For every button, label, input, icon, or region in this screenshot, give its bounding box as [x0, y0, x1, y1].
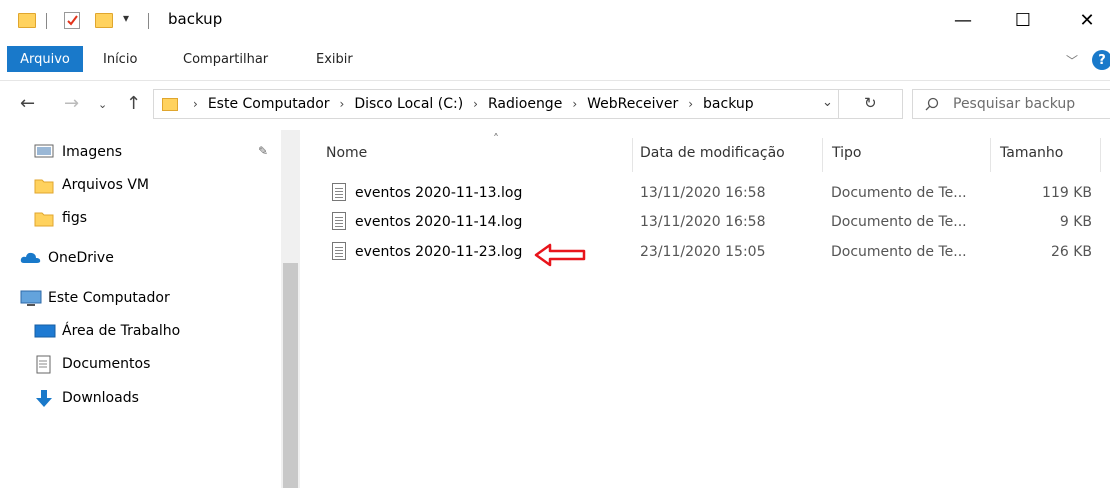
breadcrumb-este-computador[interactable]: Este Computador — [205, 96, 333, 112]
tab-inicio[interactable]: Início — [103, 52, 137, 67]
column-divider[interactable] — [1100, 138, 1101, 172]
file-row[interactable]: eventos 2020-11-14.log 13/11/2020 16:58 … — [318, 208, 1110, 238]
column-divider[interactable] — [632, 138, 633, 172]
column-header-tipo[interactable]: Tipo — [832, 145, 861, 161]
tab-arquivo[interactable]: Arquivo — [7, 46, 83, 72]
nav-item-label: Área de Trabalho — [62, 323, 181, 339]
maximize-button[interactable]: ☐ — [1000, 0, 1046, 40]
nav-item-label: Downloads — [62, 390, 139, 406]
quick-access-dropdown-icon[interactable]: ▾ — [123, 11, 129, 25]
breadcrumb-backup[interactable]: backup — [700, 96, 757, 112]
new-folder-icon[interactable] — [95, 13, 113, 28]
close-button[interactable]: ✕ — [1064, 0, 1110, 40]
nav-item-onedrive[interactable]: OneDrive — [20, 242, 114, 274]
sort-ascending-icon: ˄ — [493, 132, 499, 146]
search-box[interactable]: Pesquisar backup — [912, 89, 1110, 119]
breadcrumb-chevron[interactable]: › — [333, 97, 352, 111]
file-name: eventos 2020-11-13.log — [355, 185, 523, 201]
breadcrumb-webreceiver[interactable]: WebReceiver — [584, 96, 681, 112]
folder-icon — [162, 97, 178, 111]
breadcrumb-chevron[interactable]: › — [681, 97, 700, 111]
ribbon: Arquivo Início Compartilhar Exibir ﹀ ? — [0, 40, 1110, 81]
file-row[interactable]: eventos 2020-11-13.log 13/11/2020 16:58 … — [318, 179, 1110, 209]
tab-exibir[interactable]: Exibir — [316, 52, 353, 67]
file-date: 13/11/2020 16:58 — [640, 185, 766, 201]
nav-item-downloads[interactable]: Downloads — [34, 382, 139, 414]
help-icon[interactable]: ? — [1092, 50, 1110, 70]
column-header-nome[interactable]: Nome — [326, 145, 367, 161]
desktop-icon — [34, 322, 56, 340]
text-file-icon — [332, 242, 346, 260]
forward-button[interactable]: → — [64, 93, 79, 114]
breadcrumb-radioenge[interactable]: Radioenge — [485, 96, 565, 112]
nav-item-label: OneDrive — [48, 250, 114, 266]
breadcrumb-chevron[interactable]: › — [186, 97, 205, 111]
recent-locations-icon[interactable]: ⌄ — [98, 98, 107, 111]
back-button[interactable]: ← — [20, 93, 35, 114]
file-size: 9 KB — [1059, 214, 1092, 230]
folder-icon — [34, 176, 54, 194]
nav-item-imagens[interactable]: Imagens — [34, 136, 122, 168]
cloud-icon — [20, 249, 41, 267]
address-bar[interactable]: › Este Computador › Disco Local (C:) › R… — [153, 89, 903, 119]
nav-item-label: figs — [62, 210, 87, 226]
nav-item-label: Arquivos VM — [62, 177, 149, 193]
nav-item-este-computador[interactable]: Este Computador — [20, 282, 170, 314]
file-name: eventos 2020-11-23.log — [355, 244, 523, 260]
file-date: 13/11/2020 16:58 — [640, 214, 766, 230]
file-type: Documento de Te... — [831, 185, 967, 201]
nav-item-label: Documentos — [62, 356, 151, 372]
nav-scrollbar-thumb[interactable] — [283, 263, 298, 488]
download-icon — [34, 389, 54, 407]
pin-icon[interactable]: ✎ — [258, 144, 268, 158]
breadcrumb-disco-local[interactable]: Disco Local (C:) — [351, 96, 466, 112]
breadcrumb-chevron[interactable]: › — [466, 97, 485, 111]
window-title: backup — [168, 10, 223, 28]
nav-item-label: Este Computador — [48, 290, 170, 306]
nav-item-area-de-trabalho[interactable]: Área de Trabalho — [34, 315, 180, 347]
file-type: Documento de Te... — [831, 244, 967, 260]
column-divider[interactable] — [990, 138, 991, 172]
file-date: 23/11/2020 15:05 — [640, 244, 766, 260]
navigation-bar: ← → ⌄ ↑ › Este Computador › Disco Local … — [0, 81, 1110, 129]
file-size: 26 KB — [1050, 244, 1092, 260]
breadcrumb-chevron[interactable]: › — [565, 97, 584, 111]
annotation-arrow-icon — [534, 243, 586, 267]
nav-item-arquivos-vm[interactable]: Arquivos VM — [34, 169, 149, 201]
file-type: Documento de Te... — [831, 214, 967, 230]
column-divider[interactable] — [822, 138, 823, 172]
search-placeholder: Pesquisar backup — [953, 96, 1076, 112]
tab-compartilhar[interactable]: Compartilhar — [183, 52, 268, 67]
file-row[interactable]: eventos 2020-11-23.log 23/11/2020 15:05 … — [318, 238, 1110, 268]
text-file-icon — [332, 183, 346, 201]
pictures-icon — [34, 143, 54, 161]
search-icon — [925, 97, 939, 111]
folder-icon — [34, 209, 54, 227]
separator — [46, 13, 47, 29]
separator — [838, 90, 839, 118]
nav-item-label: Imagens — [62, 144, 123, 160]
computer-icon — [20, 289, 42, 307]
file-size: 119 KB — [1042, 185, 1092, 201]
navigation-pane: Imagens ✎ ˄ Arquivos VM figs OneDrive Es… — [0, 130, 300, 488]
minimize-button[interactable]: — — [940, 0, 986, 40]
file-name: eventos 2020-11-14.log — [355, 214, 523, 230]
folder-icon — [18, 13, 36, 28]
column-header-data[interactable]: Data de modificação — [640, 145, 785, 161]
address-dropdown-icon[interactable]: ⌄ — [822, 95, 833, 110]
up-button[interactable]: ↑ — [126, 93, 141, 114]
text-file-icon — [332, 212, 346, 230]
nav-item-figs[interactable]: figs — [34, 202, 87, 234]
documents-icon — [34, 355, 54, 374]
title-bar: ▾ backup — ☐ ✕ — [0, 0, 1110, 40]
separator — [148, 13, 149, 29]
column-header-tamanho[interactable]: Tamanho — [1000, 145, 1063, 161]
expand-ribbon-icon[interactable]: ﹀ — [1066, 52, 1078, 69]
nav-item-documentos[interactable]: Documentos — [34, 348, 150, 380]
refresh-icon[interactable]: ↻ — [864, 94, 877, 112]
properties-icon[interactable] — [64, 12, 80, 29]
